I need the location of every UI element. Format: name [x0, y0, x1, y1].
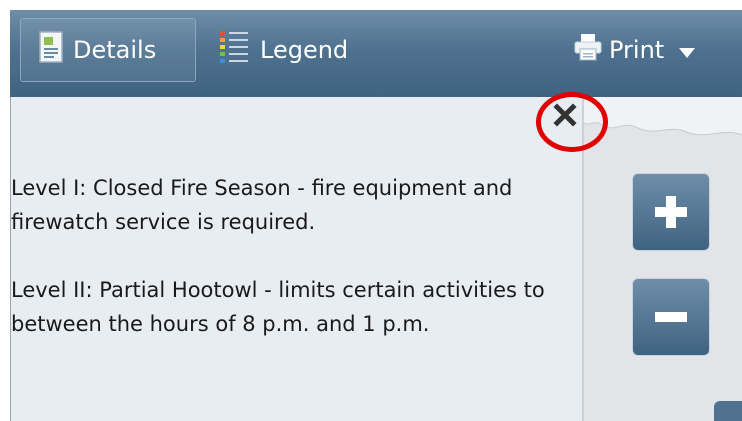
- close-icon[interactable]: [553, 103, 577, 127]
- zoom-out-button[interactable]: [632, 278, 710, 356]
- map-view[interactable]: [584, 97, 742, 421]
- document-details-icon: [39, 31, 63, 69]
- legend-label: Legend: [260, 36, 349, 64]
- minus-icon: [655, 312, 687, 322]
- toolbar: Details Legend Print: [10, 10, 742, 97]
- chevron-down-icon[interactable]: [678, 37, 696, 65]
- level-2-text: Level II: Partial Hootowl - limits certa…: [11, 278, 545, 336]
- details-button[interactable]: Details: [20, 18, 196, 82]
- app-window: Details Legend Print Level I: Closed Fir…: [10, 10, 742, 421]
- map-coastline: [584, 97, 742, 136]
- print-button[interactable]: Print: [573, 18, 696, 82]
- legend-list-icon: [218, 29, 250, 71]
- legend-button[interactable]: Legend: [218, 18, 348, 82]
- level-1-text: Level I: Closed Fire Season - fire equip…: [11, 176, 513, 234]
- print-label: Print: [609, 36, 665, 64]
- panel-content: Level I: Closed Fire Season - fire equip…: [11, 171, 573, 375]
- details-label: Details: [73, 36, 157, 64]
- printer-icon: [573, 32, 603, 68]
- details-panel: Level I: Closed Fire Season - fire equip…: [10, 97, 582, 421]
- zoom-in-button[interactable]: [632, 173, 710, 251]
- plus-icon: [655, 196, 687, 228]
- map-control-partial[interactable]: [714, 401, 742, 421]
